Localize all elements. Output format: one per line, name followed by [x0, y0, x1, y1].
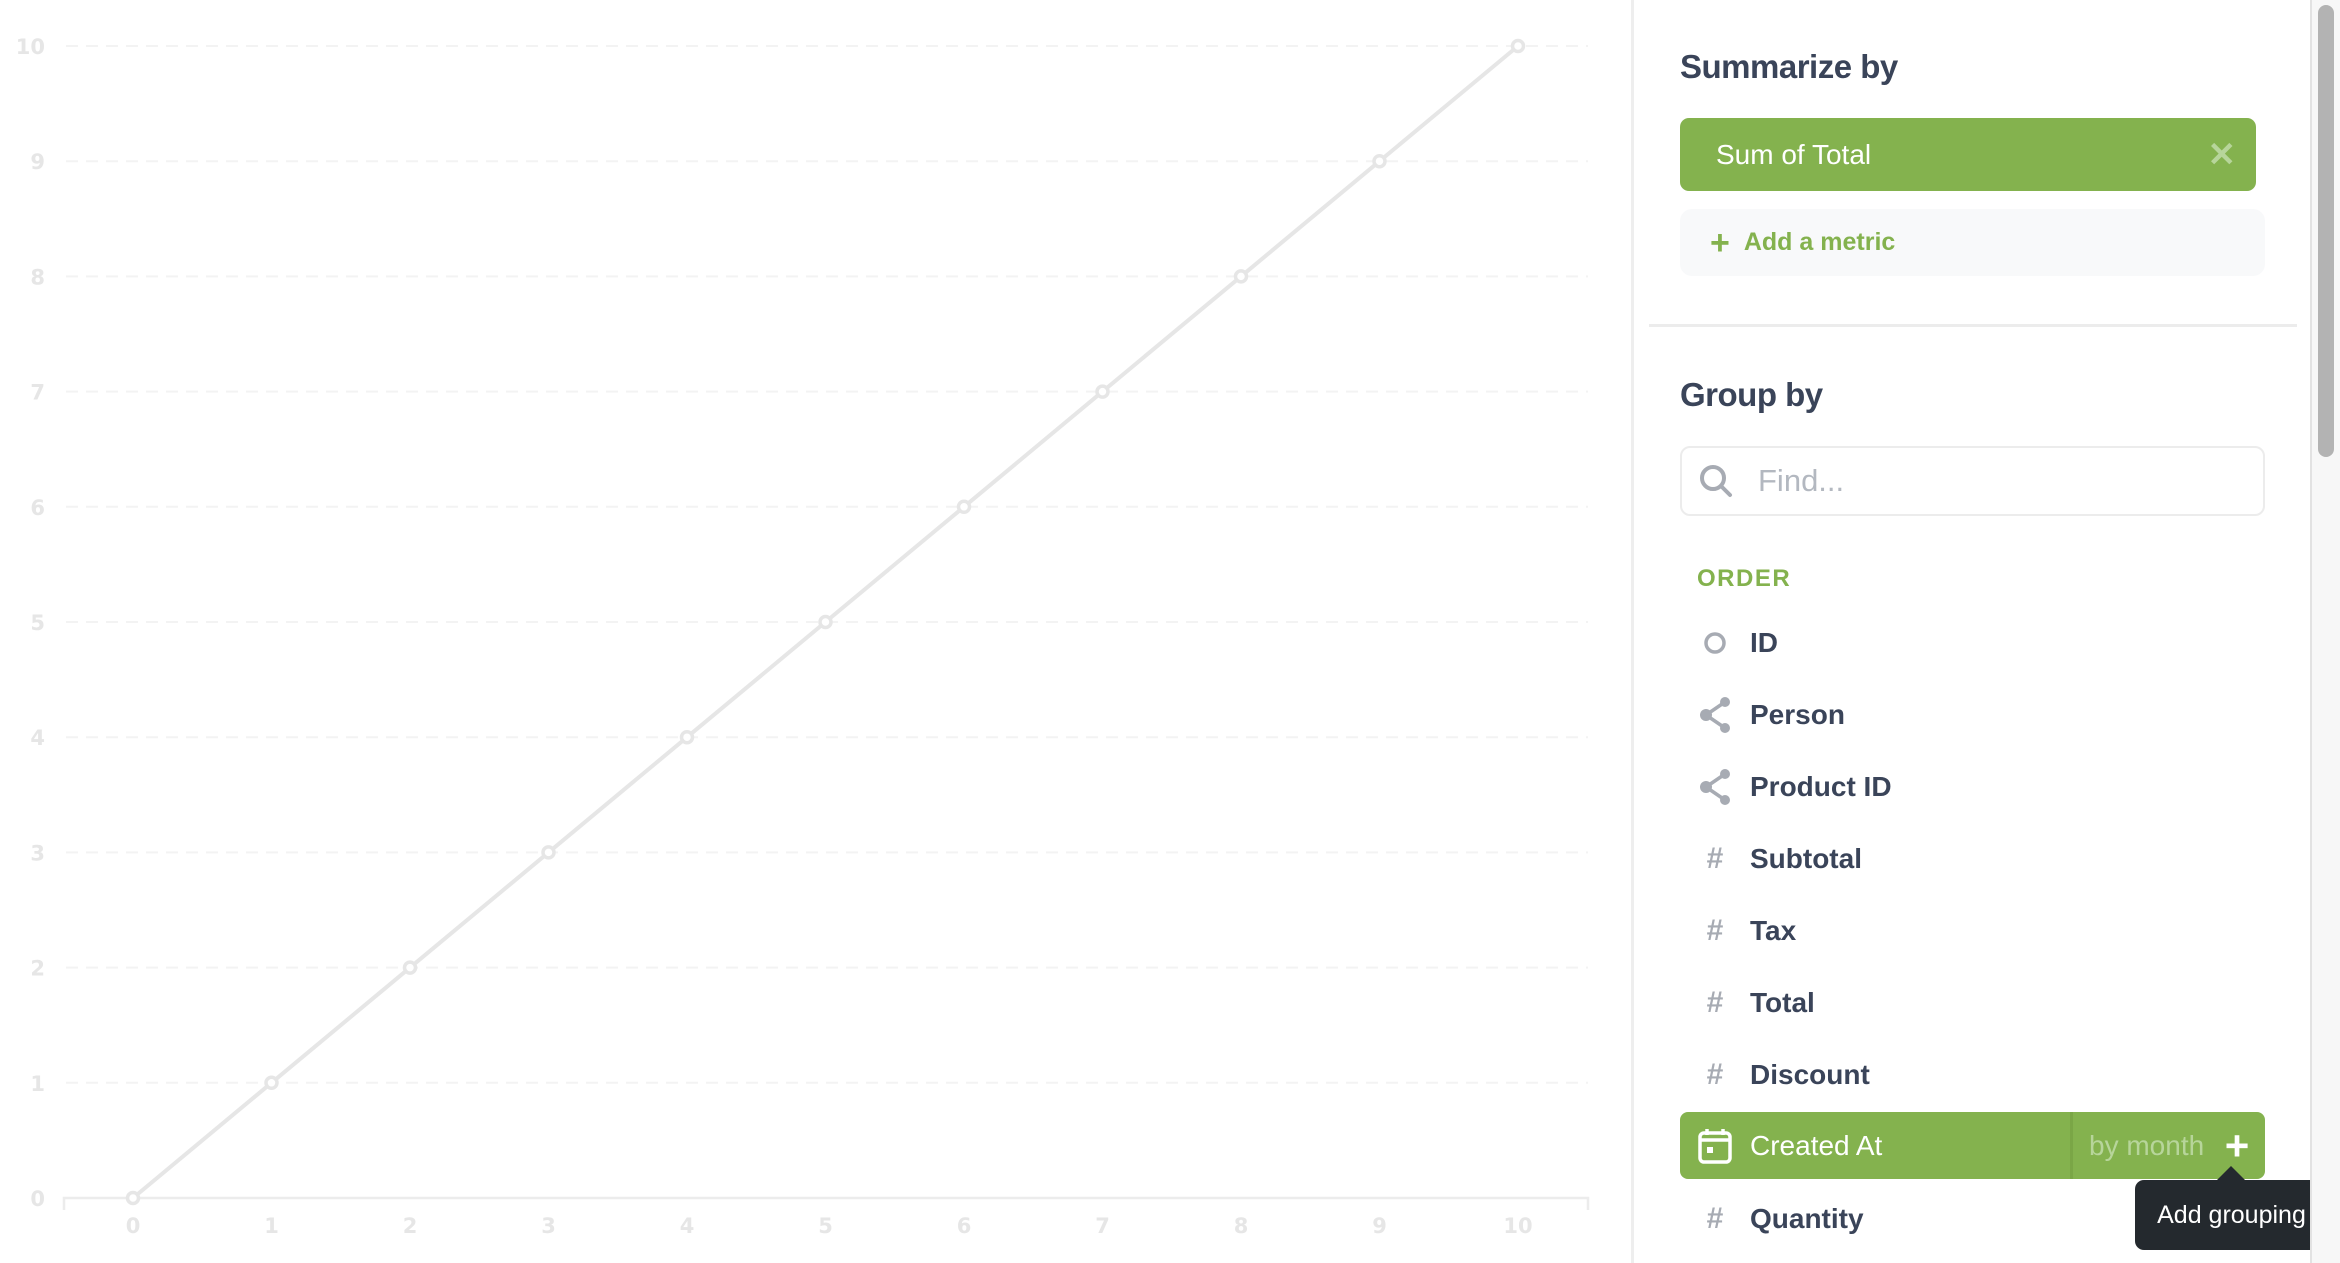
field-item-product-id[interactable]: Product ID	[1680, 753, 2265, 820]
x-tick-label: 7	[1095, 1214, 1110, 1238]
field-item-person[interactable]: Person	[1680, 681, 2265, 748]
scrollbar-thumb[interactable]	[2318, 5, 2334, 457]
field-name: Discount	[1750, 1058, 1870, 1090]
add-grouping-tooltip: Add grouping	[2135, 1166, 2328, 1250]
number-icon: #	[1706, 913, 1724, 947]
data-point	[125, 1190, 141, 1206]
calendar-icon	[1680, 1127, 1750, 1165]
category-order: ORDER	[1697, 565, 1792, 592]
data-point	[1095, 384, 1110, 399]
x-tick-label: 6	[957, 1214, 972, 1238]
data-point	[818, 614, 833, 630]
x-tick-label: 0	[126, 1214, 141, 1238]
summarize-sidebar: Summarize by Sum of Total ✕ + Add a metr…	[1631, 0, 2310, 1263]
field-name: Tax	[1750, 914, 1797, 946]
field-item-subtotal[interactable]: # Subtotal	[1680, 825, 2265, 892]
field-item-created-at[interactable]: Created At by month +	[1680, 1112, 2265, 1179]
x-tick-label: 3	[541, 1214, 556, 1238]
section-divider	[1649, 324, 2297, 327]
add-metric-label: Add a metric	[1743, 228, 1896, 256]
x-tick-label: 2	[403, 1214, 418, 1238]
chart-area: 0 1 2 3 4 5 6 7 8 9 10 0 1 2 3 4 5 6 7 8 9 10	[0, 0, 1631, 1263]
y-tick-label: 4	[30, 726, 45, 750]
y-tick-label: 8	[30, 265, 45, 289]
x-tick-label: 8	[1234, 1214, 1249, 1238]
y-tick-label: 0	[30, 1187, 45, 1211]
field-name: Person	[1750, 698, 1845, 730]
data-point	[956, 499, 972, 515]
close-icon[interactable]: ✕	[2208, 138, 2237, 172]
field-name: Total	[1750, 986, 1815, 1018]
field-name: Subtotal	[1750, 842, 1862, 874]
sidebar-scrollbar[interactable]	[2310, 0, 2340, 1263]
connections-icon	[1680, 767, 1750, 807]
y-tick-label: 7	[30, 381, 45, 405]
group-by-search[interactable]	[1680, 446, 2265, 516]
field-item-discount[interactable]: # Discount	[1680, 1041, 2265, 1108]
field-item-id[interactable]: ID	[1680, 609, 2265, 676]
add-metric-button[interactable]: + Add a metric	[1680, 209, 2265, 276]
metric-label: Sum of Total	[1716, 138, 1872, 170]
bucket-label[interactable]: by month	[2089, 1130, 2209, 1162]
y-tick-label: 5	[30, 611, 45, 635]
data-point	[679, 729, 695, 745]
data-point	[264, 1075, 279, 1091]
metric-sum-of-total[interactable]: Sum of Total ✕	[1680, 118, 2256, 191]
x-tick-label: 1	[264, 1214, 279, 1238]
data-point	[541, 845, 556, 860]
x-tick-label: 9	[1372, 1214, 1387, 1238]
data-point	[1510, 38, 1526, 54]
y-tick-label: 9	[30, 150, 45, 174]
y-tick-label: 3	[30, 841, 45, 865]
y-tick-label: 6	[30, 496, 45, 520]
number-icon: #	[1706, 1057, 1724, 1091]
field-name: ID	[1750, 626, 1778, 658]
number-icon: #	[1706, 841, 1724, 875]
y-tick-label: 2	[30, 957, 45, 981]
y-tick-label: 1	[30, 1072, 45, 1096]
search-input[interactable]	[1756, 462, 2240, 500]
connections-icon	[1680, 695, 1750, 735]
group-by-title: Group by	[1680, 376, 1823, 413]
number-icon: #	[1706, 985, 1724, 1019]
data-point	[1372, 153, 1387, 169]
field-name: Quantity	[1750, 1202, 1864, 1234]
y-tick-label: 10	[16, 35, 45, 59]
data-point	[402, 960, 418, 975]
circle-icon	[1680, 630, 1750, 656]
field-name: Product ID	[1750, 770, 1892, 802]
number-icon: #	[1706, 1201, 1724, 1235]
summarize-by-title: Summarize by	[1680, 48, 1898, 85]
line-chart: 0 1 2 3 4 5 6 7 8 9 10 0 1 2 3 4 5 6 7 8 9 10	[16, 35, 1590, 1238]
x-tick-label: 5	[818, 1214, 833, 1238]
field-name: Created At	[1750, 1129, 1883, 1161]
plus-icon: +	[1710, 223, 1730, 262]
field-item-total[interactable]: # Total	[1680, 969, 2265, 1036]
x-axis	[62, 1196, 1590, 1210]
field-item-tax[interactable]: # Tax	[1680, 897, 2265, 964]
search-icon	[1700, 465, 1732, 497]
data-point	[1233, 269, 1249, 284]
x-tick-label: 10	[1503, 1214, 1532, 1238]
add-grouping-plus-icon[interactable]: +	[2209, 1124, 2265, 1167]
x-tick-label: 4	[680, 1214, 695, 1238]
